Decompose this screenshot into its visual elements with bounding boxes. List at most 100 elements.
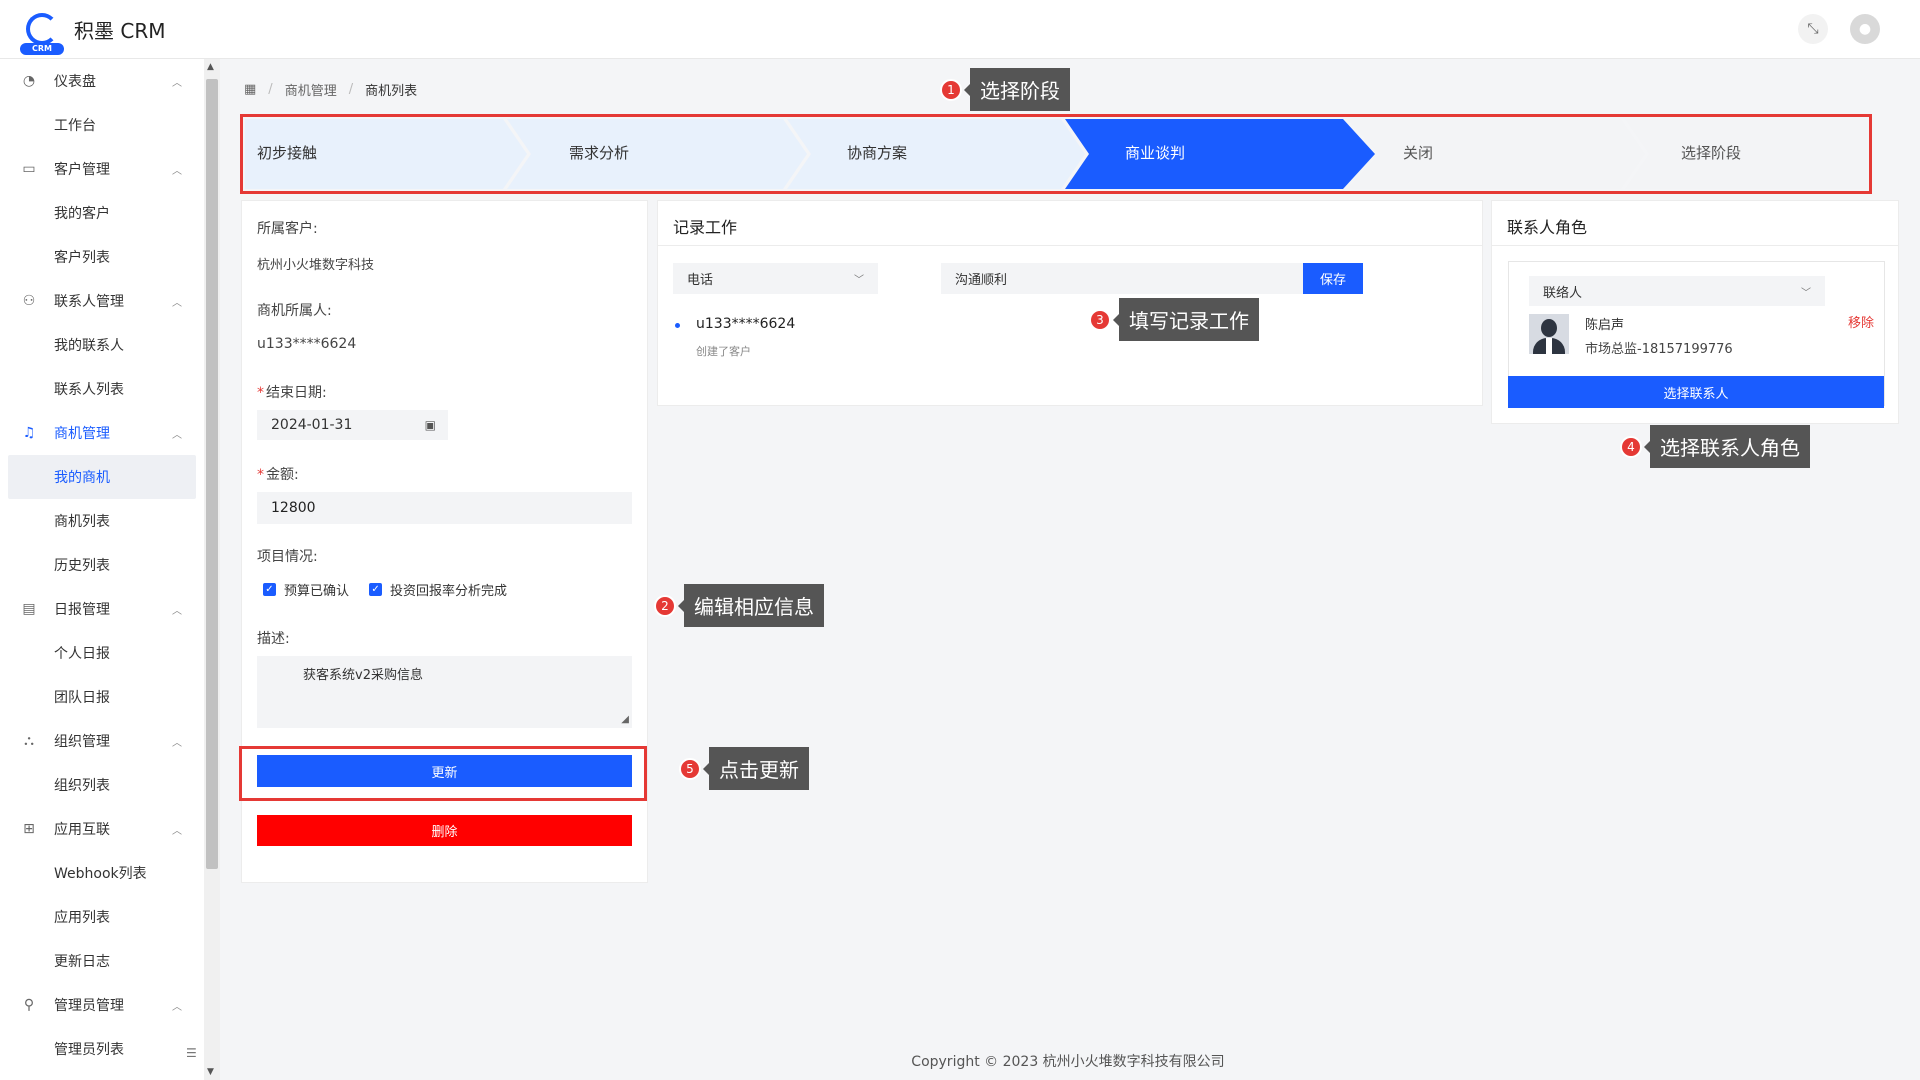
record-content-input[interactable]: 沟通顺利: [941, 263, 1303, 294]
stage-shape-2[interactable]: [507, 119, 807, 189]
scroll-thumb[interactable]: [206, 79, 218, 869]
timeline-dot: [675, 323, 680, 328]
amount-input[interactable]: 12800: [257, 492, 632, 524]
sidebar-item-contact-list[interactable]: 联系人列表: [0, 367, 204, 411]
amount-label: * 金额:: [257, 464, 299, 484]
desc-label: 描述:: [257, 631, 290, 647]
sidebar-item-org-list[interactable]: 组织列表: [0, 763, 204, 807]
required-mark: *: [257, 385, 264, 401]
breadcrumb-opportunity-mgmt[interactable]: 商机管理: [285, 80, 337, 99]
stage-selector: 初步接触 需求分析 协商方案 商业谈判 关闭 选择阶段: [240, 114, 1872, 194]
sidebar-scrollbar[interactable]: ▲ ▼: [204, 59, 220, 1080]
stage-shape-4[interactable]: [1065, 119, 1375, 189]
sidebar-group-contacts[interactable]: ⚇ 联系人管理 ︿: [0, 279, 204, 323]
sidebar-item-history-list[interactable]: 历史列表: [0, 543, 204, 587]
description-textarea[interactable]: 获客系统v2采购信息 ◢: [257, 656, 632, 728]
sidebar-group-label: 联系人管理: [54, 294, 124, 310]
record-work-title: 记录工作: [673, 218, 738, 237]
end-date-label: * 结束日期:: [257, 382, 327, 402]
checkbox-label: 投资回报率分析完成: [390, 584, 508, 599]
sidebar-group-label: 管理员管理: [54, 998, 124, 1014]
sidebar-item-my-opportunities[interactable]: 我的商机: [8, 455, 196, 499]
end-date-picker[interactable]: 2024-01-31 ▣: [257, 410, 448, 440]
divider: [1492, 245, 1898, 246]
stage-negotiate-plan[interactable]: 协商方案: [847, 117, 907, 187]
contacts-icon: ⚇: [22, 293, 36, 309]
chevron-down-icon: ﹀: [1801, 287, 1811, 299]
amount-label-text: 金额:: [266, 467, 299, 483]
record-type-select[interactable]: 电话 ﹀: [673, 263, 878, 294]
contact-role-panel: 联系人角色 联络人 ﹀ 陈启声 市场总监-18157199776 移除 选择联系人: [1491, 200, 1899, 424]
sidebar-group-dashboard[interactable]: ◔ 仪表盘 ︿: [0, 59, 204, 103]
sidebar-item-changelog[interactable]: 更新日志: [0, 939, 204, 983]
sidebar-group-organization[interactable]: ⛬ 组织管理 ︿: [0, 719, 204, 763]
owner-value: u133****6624: [257, 336, 357, 352]
stage-close[interactable]: 关闭: [1403, 117, 1433, 187]
sidebar-group-label: 应用互联: [54, 822, 110, 838]
choose-contact-button[interactable]: 选择联系人: [1508, 376, 1884, 408]
sidebar-group-admins[interactable]: ⚲ 管理员管理 ︿: [0, 983, 204, 1027]
chevron-up-icon: ︿: [172, 429, 182, 441]
chevron-up-icon: ︿: [172, 1001, 182, 1013]
check-icon: ✓: [263, 583, 276, 596]
sidebar-group-opportunities[interactable]: ♫ 商机管理 ︿: [0, 411, 204, 455]
stage-business-negotiation[interactable]: 商业谈判: [1125, 117, 1185, 187]
record-work-panel: 记录工作 电话 ﹀ 沟通顺利 保存 u133****6624 创建了客户: [657, 200, 1483, 406]
sidebar-item-personal-report[interactable]: 个人日报: [0, 631, 204, 675]
stage-label: 选择阶段: [1681, 143, 1742, 162]
bell-icon: ♫: [22, 425, 36, 441]
sidebar-group-apps[interactable]: ⊞ 应用互联 ︿: [0, 807, 204, 851]
customer-icon: ▭: [22, 161, 36, 177]
sidebar-item-customer-list[interactable]: 客户列表: [0, 235, 204, 279]
stage-shape-6[interactable]: [1625, 119, 1867, 189]
annotation-text: 填写记录工作: [1113, 298, 1259, 341]
remove-contact-link[interactable]: 移除: [1848, 312, 1874, 331]
sidebar-item-opportunity-list[interactable]: 商机列表: [0, 499, 204, 543]
role-select[interactable]: 联络人 ﹀: [1529, 276, 1825, 306]
timeline-action: 创建了客户: [696, 345, 751, 358]
chevron-up-icon: ︿: [172, 77, 182, 89]
budget-confirmed-checkbox[interactable]: ✓ 预算已确认: [263, 580, 349, 599]
annotation-number: 3: [1089, 308, 1111, 331]
sidebar-group-daily-reports[interactable]: ▤ 日报管理 ︿: [0, 587, 204, 631]
stage-needs-analysis[interactable]: 需求分析: [569, 117, 629, 187]
user-avatar-icon[interactable]: ●: [1850, 14, 1880, 44]
annotation-number: 4: [1620, 435, 1642, 458]
stage-label: 关闭: [1403, 143, 1434, 162]
chevron-up-icon: ︿: [172, 737, 182, 749]
sidebar-item-workbench[interactable]: 工作台: [0, 103, 204, 147]
sidebar-item-my-customers[interactable]: 我的客户: [0, 191, 204, 235]
chevron-up-icon: ︿: [172, 825, 182, 837]
stage-choose[interactable]: 选择阶段: [1681, 117, 1741, 187]
scroll-up-icon[interactable]: ▲: [207, 62, 214, 72]
sidebar-group-customers[interactable]: ▭ 客户管理 ︿: [0, 147, 204, 191]
sidebar-item-webhook-list[interactable]: Webhook列表: [0, 851, 204, 895]
delete-button[interactable]: 删除: [257, 815, 632, 846]
stage-initial-contact[interactable]: 初步接触: [257, 117, 317, 187]
calendar-icon: ▣: [424, 418, 436, 432]
breadcrumb-separator: /: [268, 82, 273, 97]
chevron-up-icon: ︿: [172, 165, 182, 177]
role-value: 联络人: [1543, 285, 1583, 301]
sidebar-item-team-report[interactable]: 团队日报: [0, 675, 204, 719]
logo-badge: CRM: [20, 43, 64, 55]
grid-home-icon[interactable]: ▦: [244, 82, 256, 97]
avatar-head: [1541, 319, 1557, 337]
chevron-up-icon: ︿: [172, 605, 182, 617]
stage-shape-3[interactable]: [787, 119, 1085, 189]
sidebar-item-my-contacts[interactable]: 我的联系人: [0, 323, 204, 367]
app-logo[interactable]: CRM: [20, 7, 64, 55]
sidebar: ◔ 仪表盘 ︿ 工作台 ▭ 客户管理 ︿ 我的客户 客户列表 ⚇ 联系人管理 ︿ 我的联系人…: [0, 59, 204, 1080]
breadcrumb: ▦ / 商机管理 / 商机列表: [244, 80, 417, 99]
stage-label: 商业谈判: [1125, 143, 1186, 162]
save-button[interactable]: 保存: [1303, 263, 1363, 294]
sidebar-group-label: 组织管理: [54, 734, 110, 750]
stage-shape-5[interactable]: [1347, 119, 1645, 189]
dashboard-icon: ◔: [22, 73, 36, 89]
sidebar-item-app-list[interactable]: 应用列表: [0, 895, 204, 939]
annotation-3: 3 填写记录工作: [1089, 298, 1259, 341]
top-header: CRM 积墨 CRM ⤡ ●: [0, 0, 1920, 59]
roi-analysis-checkbox[interactable]: ✓ 投资回报率分析完成: [369, 580, 507, 599]
resize-grip-icon[interactable]: ◢: [621, 714, 629, 725]
fullscreen-exit-icon[interactable]: ⤡: [1798, 14, 1828, 44]
